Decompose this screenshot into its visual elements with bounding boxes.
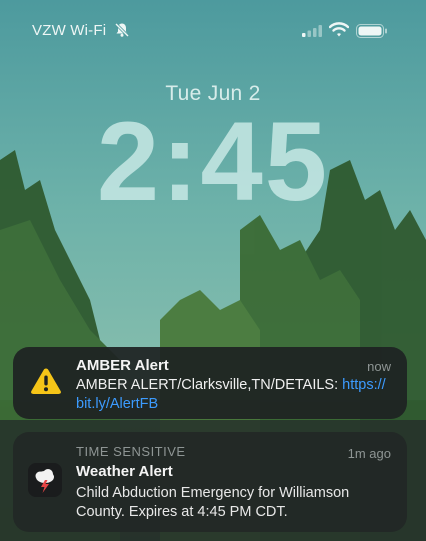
notification-time: now bbox=[367, 359, 391, 374]
cellular-signal-icon bbox=[302, 25, 322, 37]
status-bar: VZW Wi-Fi bbox=[0, 0, 426, 50]
weather-alert-notification[interactable]: TIME SENSITIVE 1m ago Weather Alert Chil… bbox=[13, 432, 407, 532]
warning-icon bbox=[31, 368, 61, 394]
notification-body: Child Abduction Emergency for Williamson… bbox=[76, 484, 391, 522]
body-line-2: County. Expires at 4:45 PM CDT. bbox=[76, 504, 288, 520]
alert-link-continued[interactable]: bit.ly/AlertFB bbox=[76, 396, 158, 412]
time-sensitive-label: TIME SENSITIVE bbox=[76, 444, 186, 459]
notification-time: 1m ago bbox=[347, 446, 391, 461]
wifi-icon bbox=[329, 22, 349, 37]
weather-app-icon bbox=[28, 463, 62, 497]
battery-icon bbox=[356, 24, 387, 38]
amber-alert-notification[interactable]: AMBER Alert now AMBER ALERT/Clarksville,… bbox=[13, 347, 407, 419]
notification-title: AMBER Alert bbox=[76, 357, 169, 374]
notification-title: Weather Alert bbox=[76, 463, 173, 480]
body-line-1: Child Abduction Emergency for Williamson bbox=[76, 485, 350, 501]
body-text: AMBER ALERT/Clarksville,TN/DETAILS: bbox=[76, 377, 343, 393]
alert-link[interactable]: https:// bbox=[342, 377, 386, 393]
carrier-label: VZW Wi-Fi bbox=[32, 22, 107, 39]
bell-slash-icon bbox=[114, 22, 130, 38]
lock-screen-time: 2:45 bbox=[96, 99, 330, 224]
notification-body: AMBER ALERT/Clarksville,TN/DETAILS: http… bbox=[76, 376, 391, 414]
